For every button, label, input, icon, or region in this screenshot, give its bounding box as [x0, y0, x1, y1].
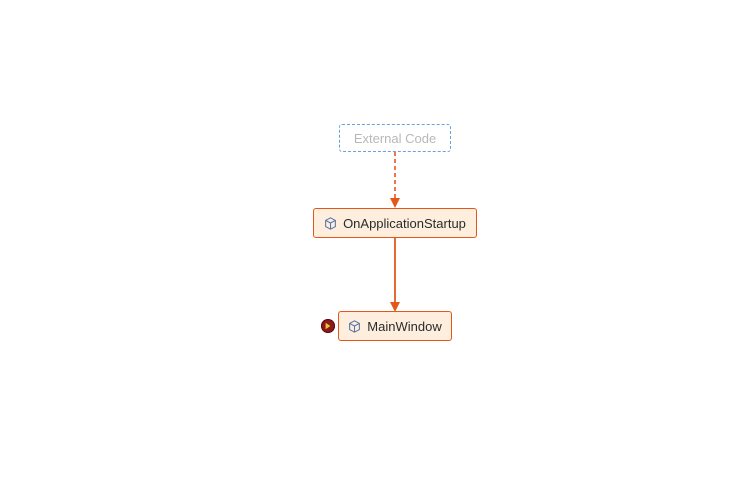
node-label: External Code: [354, 131, 436, 146]
node-label: OnApplicationStartup: [343, 216, 466, 231]
edge-startup-to-main: [389, 238, 401, 312]
edge-external-to-startup: [389, 152, 401, 208]
method-cube-icon: [348, 320, 361, 333]
breakpoint-icon[interactable]: [321, 319, 335, 333]
node-on-application-startup[interactable]: OnApplicationStartup: [313, 208, 477, 238]
method-cube-icon: [324, 217, 337, 230]
node-label: MainWindow: [367, 319, 441, 334]
node-external-code[interactable]: External Code: [339, 124, 451, 152]
node-main-window[interactable]: MainWindow: [338, 311, 452, 341]
